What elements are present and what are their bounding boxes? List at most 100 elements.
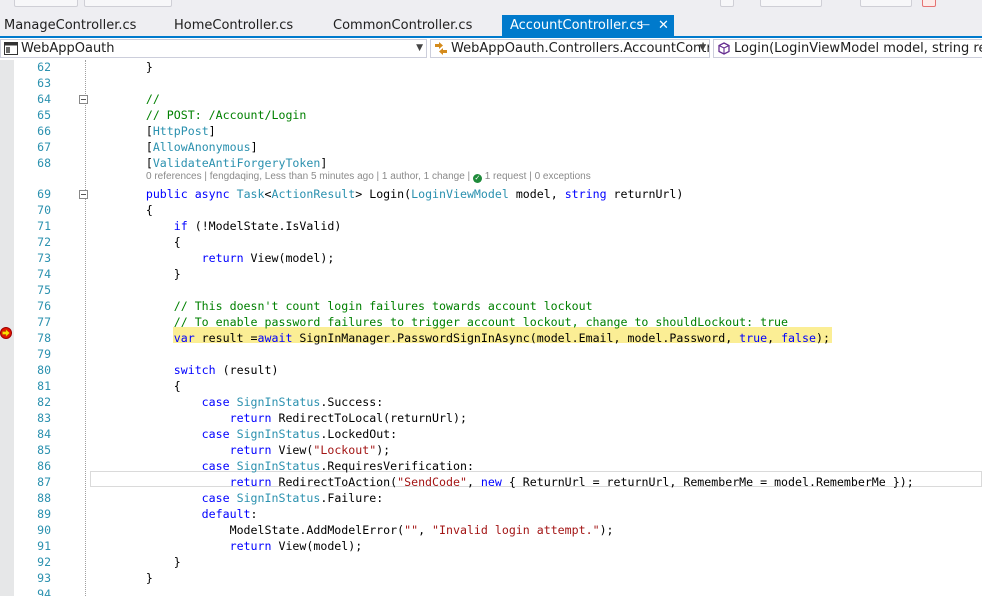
code-token: (result) (215, 363, 279, 377)
code-line[interactable]: // (90, 91, 160, 107)
code-token: LoginViewModel (411, 187, 509, 201)
execution-pointer-icon[interactable] (0, 327, 12, 339)
code-token: // To enable password failures to trigge… (90, 315, 789, 329)
project-dropdown[interactable]: WebAppOauth ▼ (0, 39, 427, 58)
tab-homecontroller[interactable]: HomeController.cs (174, 15, 293, 36)
line-number: 86 (37, 459, 51, 473)
line-number: 77 (37, 315, 51, 329)
code-line[interactable]: case SignInStatus.RequiresVerification: (90, 458, 474, 474)
line-number: 70 (37, 203, 51, 217)
code-line[interactable]: // To enable password failures to trigge… (90, 314, 788, 330)
method-icon (718, 42, 730, 55)
line-number: 63 (37, 76, 51, 90)
code-line[interactable]: case SignInStatus.Failure: (90, 490, 384, 506)
code-line[interactable]: return View("Lockout"); (90, 442, 391, 458)
code-token: View( (271, 443, 314, 457)
tab-accountcontroller[interactable]: AccountController.cs ⊢ ✕ (502, 15, 674, 36)
code-line[interactable]: case SignInStatus.Success: (90, 394, 384, 410)
code-line[interactable]: switch (result) (90, 362, 279, 378)
code-line[interactable]: } (90, 570, 153, 586)
toolbar-button[interactable] (922, 0, 936, 7)
toolbar-button[interactable] (860, 0, 912, 7)
code-token: case (90, 491, 237, 505)
code-line[interactable]: } (90, 60, 153, 75)
line-number: 93 (37, 571, 51, 585)
indent-guide (85, 60, 86, 596)
code-line[interactable]: } (90, 266, 181, 282)
codelens-author-time[interactable]: fengdaqing, Less than 5 minutes ago (210, 171, 374, 182)
code-line[interactable]: public async Task<ActionResult> Login(Lo… (90, 186, 684, 202)
code-line[interactable]: return View(model); (90, 538, 363, 554)
code-token: } (90, 267, 181, 281)
line-number: 65 (37, 108, 51, 122)
code-token: switch (90, 363, 216, 377)
line-number: 73 (37, 251, 51, 265)
code-token: RedirectToLocal(returnUrl); (271, 411, 467, 425)
code-token: .Success: (320, 395, 384, 409)
member-name: Login(LoginViewModel model, string retur… (734, 41, 982, 56)
code-token: return (90, 251, 244, 265)
line-number: 91 (37, 539, 51, 553)
toolbar-button[interactable] (720, 0, 734, 7)
code-token: Task (236, 187, 265, 201)
line-number: 68 (37, 156, 51, 170)
code-line[interactable]: return RedirectToAction("SendCode", new … (90, 474, 914, 490)
code-editor[interactable]: 62 } 63 64 //65 // POST: /Account/Login 66 … (0, 60, 982, 596)
close-icon[interactable]: ✕ (658, 15, 669, 36)
code-line[interactable]: // POST: /Account/Login (90, 107, 307, 123)
code-line[interactable]: return RedirectToLocal(returnUrl); (90, 410, 467, 426)
code-token: return (90, 411, 272, 425)
codelens-requests[interactable]: 1 request (485, 171, 527, 182)
code-token: [ (90, 140, 153, 154)
code-line[interactable]: [AllowAnonymous] (90, 139, 258, 155)
code-line[interactable]: { (90, 202, 153, 218)
code-token: new (480, 475, 502, 489)
code-line[interactable]: { (90, 234, 181, 250)
code-line[interactable]: ModelState.AddModelError("", "Invalid lo… (90, 522, 614, 538)
class-dropdown[interactable]: WebAppOauth.Controllers.AccountControl ▼ (430, 39, 710, 58)
code-line[interactable]: if (!ModelState.IsValid) (90, 218, 342, 234)
toolbar-button[interactable] (84, 0, 172, 7)
code-line[interactable]: { (90, 378, 181, 394)
code-token: string (564, 187, 607, 201)
code-line[interactable]: // This doesn't count login failures tow… (90, 298, 593, 314)
codelens-authors[interactable]: 1 author, 1 change (382, 171, 465, 182)
line-number: 82 (37, 395, 51, 409)
code-line[interactable]: case SignInStatus.LockedOut: (90, 426, 397, 442)
code-line[interactable]: return View(model); (90, 250, 335, 266)
code-token: return (90, 443, 272, 457)
tab-label: CommonController.cs (333, 18, 473, 33)
member-dropdown[interactable]: Login(LoginViewModel model, string retur… (713, 39, 982, 58)
code-token: "Invalid login attempt." (432, 523, 600, 537)
code-line[interactable]: } (90, 554, 181, 570)
code-line[interactable]: var result =await SignInManager.Password… (90, 330, 830, 346)
code-line[interactable]: [ValidateAntiForgeryToken] (90, 155, 328, 171)
code-token: RedirectToAction( (271, 475, 398, 489)
line-number: 80 (37, 363, 51, 377)
codelens-exceptions[interactable]: 0 exceptions (535, 171, 591, 182)
code-token: , (466, 475, 481, 489)
code-token: [ (90, 156, 153, 170)
line-number: 79 (37, 347, 51, 361)
tab-commoncontroller[interactable]: CommonController.cs (333, 15, 472, 36)
codelens-references[interactable]: 0 references (146, 171, 202, 182)
code-token: .Failure: (320, 491, 384, 505)
code-token: View(model); (243, 251, 335, 265)
line-number: 75 (37, 283, 51, 297)
class-name: WebAppOauth.Controllers.AccountControl (451, 41, 710, 56)
pin-icon[interactable]: ⊢ (640, 15, 650, 36)
tab-managecontroller[interactable]: ManageController.cs (4, 15, 136, 36)
collapse-icon[interactable] (79, 190, 88, 199)
collapse-icon[interactable] (79, 95, 88, 104)
line-number: 74 (37, 267, 51, 281)
codelens[interactable]: 0 references | fengdaqing, Less than 5 m… (146, 170, 591, 184)
toolbar-button[interactable] (760, 0, 822, 7)
code-token: , (767, 331, 782, 345)
code-token: SignInStatus (236, 395, 321, 409)
code-line[interactable]: [HttpPost] (90, 123, 216, 139)
line-number: 71 (37, 219, 51, 233)
code-line[interactable]: default: (90, 506, 258, 522)
toolbar-button[interactable] (14, 0, 78, 7)
code-token: < (264, 187, 272, 201)
class-icon (435, 42, 447, 55)
